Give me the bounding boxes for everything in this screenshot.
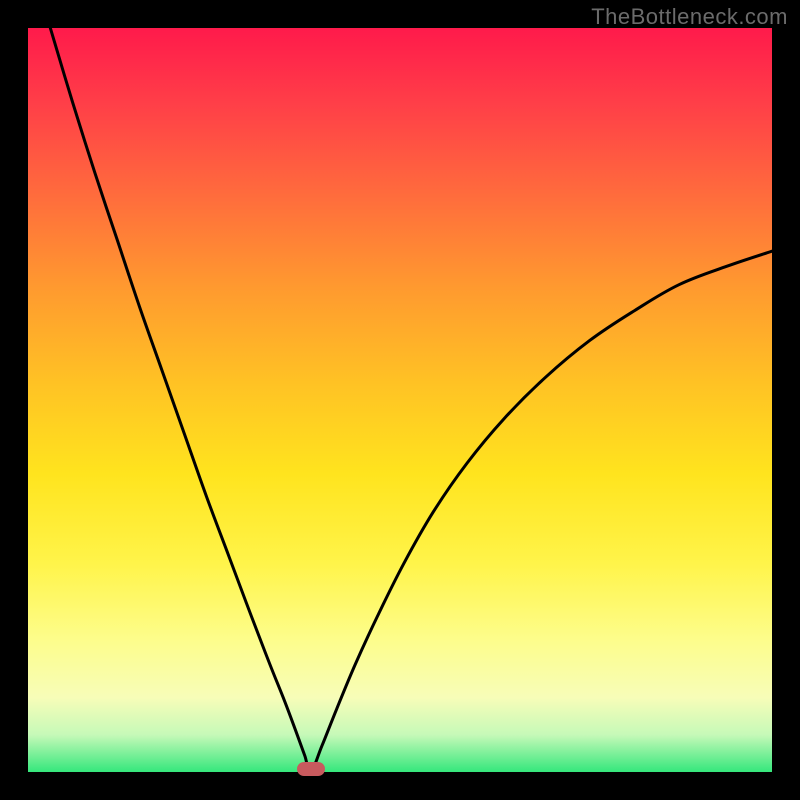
chart-frame: TheBottleneck.com <box>0 0 800 800</box>
bottleneck-curve <box>28 28 772 772</box>
minimum-marker <box>297 762 325 776</box>
watermark-text: TheBottleneck.com <box>591 4 788 30</box>
